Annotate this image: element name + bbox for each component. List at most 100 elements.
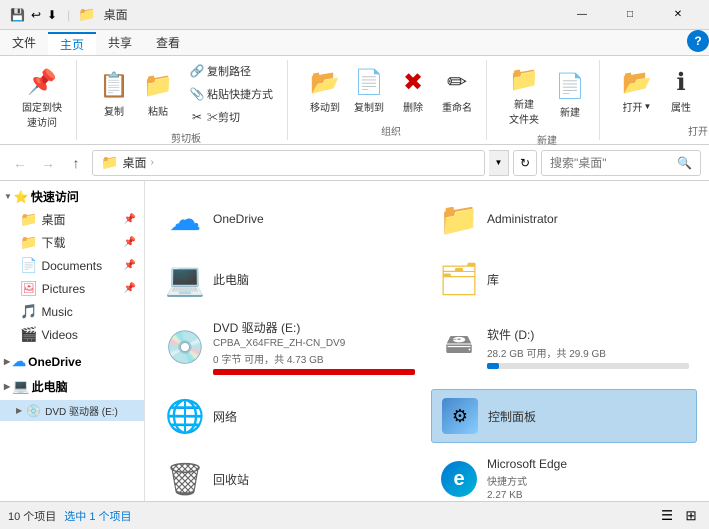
grid-view-button[interactable]: ⊞ xyxy=(681,506,701,526)
thispc-file-info: 此电脑 xyxy=(213,271,415,288)
edge-file-type: 快捷方式 xyxy=(487,473,689,488)
close-button[interactable]: ✕ xyxy=(655,0,701,30)
desktop-pin-icon: 📌 xyxy=(124,214,136,225)
tab-share[interactable]: 共享 xyxy=(96,30,144,55)
file-pane: ☁ OneDrive 📁 Administrator 💻 xyxy=(145,181,709,501)
open-button[interactable]: 📂 打开 ▼ xyxy=(616,63,658,118)
paste-shortcut-button[interactable]: 📎 粘贴快捷方式 xyxy=(183,83,279,105)
ribbon-group-pin: 📌 固定到快速访问 xyxy=(8,60,77,140)
sidebar-item-videos[interactable]: 🎬 Videos xyxy=(0,323,144,346)
sidebar-item-documents[interactable]: 📄 Documents 📌 xyxy=(0,254,144,277)
rename-button[interactable]: ✏ 重命名 xyxy=(436,63,478,118)
moveto-icon: 📂 xyxy=(310,67,340,97)
file-item-dvd[interactable]: 💿 DVD 驱动器 (E:) CPBA_X64FRE_ZH-CN_DV9 0 字… xyxy=(157,313,423,381)
software-d-file-icon: 🖴 xyxy=(439,327,479,367)
documents-pin-icon: 📌 xyxy=(124,260,136,271)
maximize-button[interactable]: □ xyxy=(607,0,653,30)
file-item-thispc[interactable]: 💻 此电脑 xyxy=(157,253,423,305)
sidebar-item-desktop[interactable]: 📁 桌面 📌 xyxy=(0,208,144,231)
file-item-control-panel[interactable]: ⚙ 控制面板 xyxy=(431,389,697,443)
new-folder-button[interactable]: 📁 新建文件夹 xyxy=(503,60,545,130)
search-icon[interactable]: 🔍 xyxy=(677,156,692,170)
onedrive-icon: ☁ xyxy=(12,353,26,370)
new-label: 新建 xyxy=(537,130,557,149)
file-item-recycle[interactable]: 🗑 回收站 xyxy=(157,451,423,501)
sidebar-item-pictures[interactable]: 🖼 Pictures 📌 xyxy=(0,277,144,300)
search-input[interactable] xyxy=(550,156,673,170)
minimize-button[interactable]: — xyxy=(559,0,605,30)
copypath-button[interactable]: 🔗 复制路径 xyxy=(183,60,279,82)
ribbon-open-items: 📂 打开 ▼ ℹ 属性 ✏ 编辑 🕐 历史记录 xyxy=(616,60,709,121)
file-item-onedrive[interactable]: ☁ OneDrive xyxy=(157,193,423,245)
dvd-file-info: DVD 驱动器 (E:) CPBA_X64FRE_ZH-CN_DV9 0 字节 … xyxy=(213,319,415,375)
quickaccess-chevron: ▼ xyxy=(4,192,12,201)
sidebar-section-onedrive[interactable]: ▶ ☁ OneDrive xyxy=(0,350,144,373)
up-button[interactable]: ↑ xyxy=(64,151,88,175)
ribbon-group-new: 📁 新建文件夹 📄 新建 新建 xyxy=(495,60,600,140)
dvd-label: DVD 驱动器 (E:) xyxy=(45,403,118,418)
new-folder-icon: 📁 xyxy=(509,64,539,94)
copypath-label: 复制路径 xyxy=(207,63,251,79)
downloads-pin-icon: 📌 xyxy=(124,237,136,248)
refresh-button[interactable]: ↻ xyxy=(513,150,537,176)
copyto-button[interactable]: 📄 复制到 xyxy=(348,63,390,118)
sidebar-section-thispc[interactable]: ▶ 💻 此电脑 xyxy=(0,375,144,398)
open-label-group: 打开 xyxy=(688,121,708,140)
title-controls: — □ ✕ xyxy=(559,0,701,30)
new-folder-label: 新建文件夹 xyxy=(509,96,539,126)
paste-button[interactable]: 📁 粘贴 xyxy=(137,67,179,122)
address-path[interactable]: 📁 桌面 › xyxy=(92,150,485,176)
ribbon-pin-items: 📌 固定到快速访问 xyxy=(16,60,68,136)
sidebar-section-quickaccess[interactable]: ▼ ⭐ 快速访问 xyxy=(0,185,144,208)
sidebar-item-downloads[interactable]: 📁 下载 📌 xyxy=(0,231,144,254)
title-toolbar-icon3[interactable]: ⬇ xyxy=(45,6,59,24)
quickaccess-label: 快速访问 xyxy=(31,188,79,205)
file-item-administrator[interactable]: 📁 Administrator xyxy=(431,193,697,245)
title-toolbar-icon1[interactable]: 💾 xyxy=(8,6,27,24)
dvd-file-icon: 💿 xyxy=(165,327,205,367)
file-item-library[interactable]: 🗂 库 xyxy=(431,253,697,305)
item-count: 10 个项目 xyxy=(8,508,56,524)
tab-home[interactable]: 主页 xyxy=(48,32,96,55)
new-item-button[interactable]: 📄 新建 xyxy=(549,68,591,123)
address-dropdown[interactable]: ▼ xyxy=(489,150,509,176)
dropdown-arrow-icon: ▼ xyxy=(495,158,503,167)
tab-view[interactable]: 查看 xyxy=(144,30,192,55)
library-file-name: 库 xyxy=(487,271,689,288)
properties-button[interactable]: ℹ 属性 xyxy=(660,63,702,118)
cut-icon: ✂ xyxy=(189,109,205,125)
edge-file-name: Microsoft Edge xyxy=(487,457,689,471)
selected-count: 选中 1 个项目 xyxy=(64,508,131,524)
copyto-icon: 📄 xyxy=(354,67,384,97)
file-item-edge[interactable]: e Microsoft Edge 快捷方式 2.27 KB xyxy=(431,451,697,501)
cut-button[interactable]: ✂ ✂剪切 xyxy=(183,106,279,128)
moveto-button[interactable]: 📂 移动到 xyxy=(304,63,346,118)
sidebar-item-music[interactable]: 🎵 Music xyxy=(0,300,144,323)
title-toolbar-icon2[interactable]: ↩ xyxy=(29,6,43,24)
file-item-network[interactable]: 🌐 网络 xyxy=(157,389,423,443)
clipboard-label: 剪切板 xyxy=(171,128,201,147)
tab-file[interactable]: 文件 xyxy=(0,30,48,55)
copy-button[interactable]: 📋 复制 xyxy=(93,67,135,122)
delete-button[interactable]: ✖ 删除 xyxy=(392,63,434,118)
thispc-label: 此电脑 xyxy=(32,378,68,395)
status-bar-right: ☰ ⊞ xyxy=(657,506,701,526)
network-file-icon: 🌐 xyxy=(165,396,205,436)
list-view-button[interactable]: ☰ xyxy=(657,506,677,526)
delete-label: 删除 xyxy=(403,99,423,114)
ribbon-group-clipboard: 📋 复制 📁 粘贴 🔗 复制路径 📎 粘贴快捷方式 xyxy=(85,60,288,140)
software-d-progress-fill xyxy=(487,363,499,369)
software-d-file-info: 软件 (D:) 28.2 GB 可用，共 29.9 GB xyxy=(487,326,689,369)
pictures-label: Pictures xyxy=(42,282,85,296)
file-item-software-d[interactable]: 🖴 软件 (D:) 28.2 GB 可用，共 29.9 GB xyxy=(431,313,697,381)
back-button[interactable]: ← xyxy=(8,151,32,175)
software-d-progress-bar xyxy=(487,363,689,369)
software-d-file-desc: 28.2 GB 可用，共 29.9 GB xyxy=(487,345,689,360)
help-button[interactable]: ? xyxy=(687,30,709,52)
clipboard-col: 🔗 复制路径 📎 粘贴快捷方式 ✂ ✂剪切 xyxy=(183,60,279,128)
paste-icon: 📁 xyxy=(143,71,173,101)
pin-to-quickaccess-button[interactable]: 📌 固定到快速访问 xyxy=(16,63,68,133)
forward-button[interactable]: → xyxy=(36,151,60,175)
address-path-text: 桌面 xyxy=(122,154,146,171)
sidebar-item-dvd[interactable]: ▶ 💿 DVD 驱动器 (E:) xyxy=(0,400,144,421)
